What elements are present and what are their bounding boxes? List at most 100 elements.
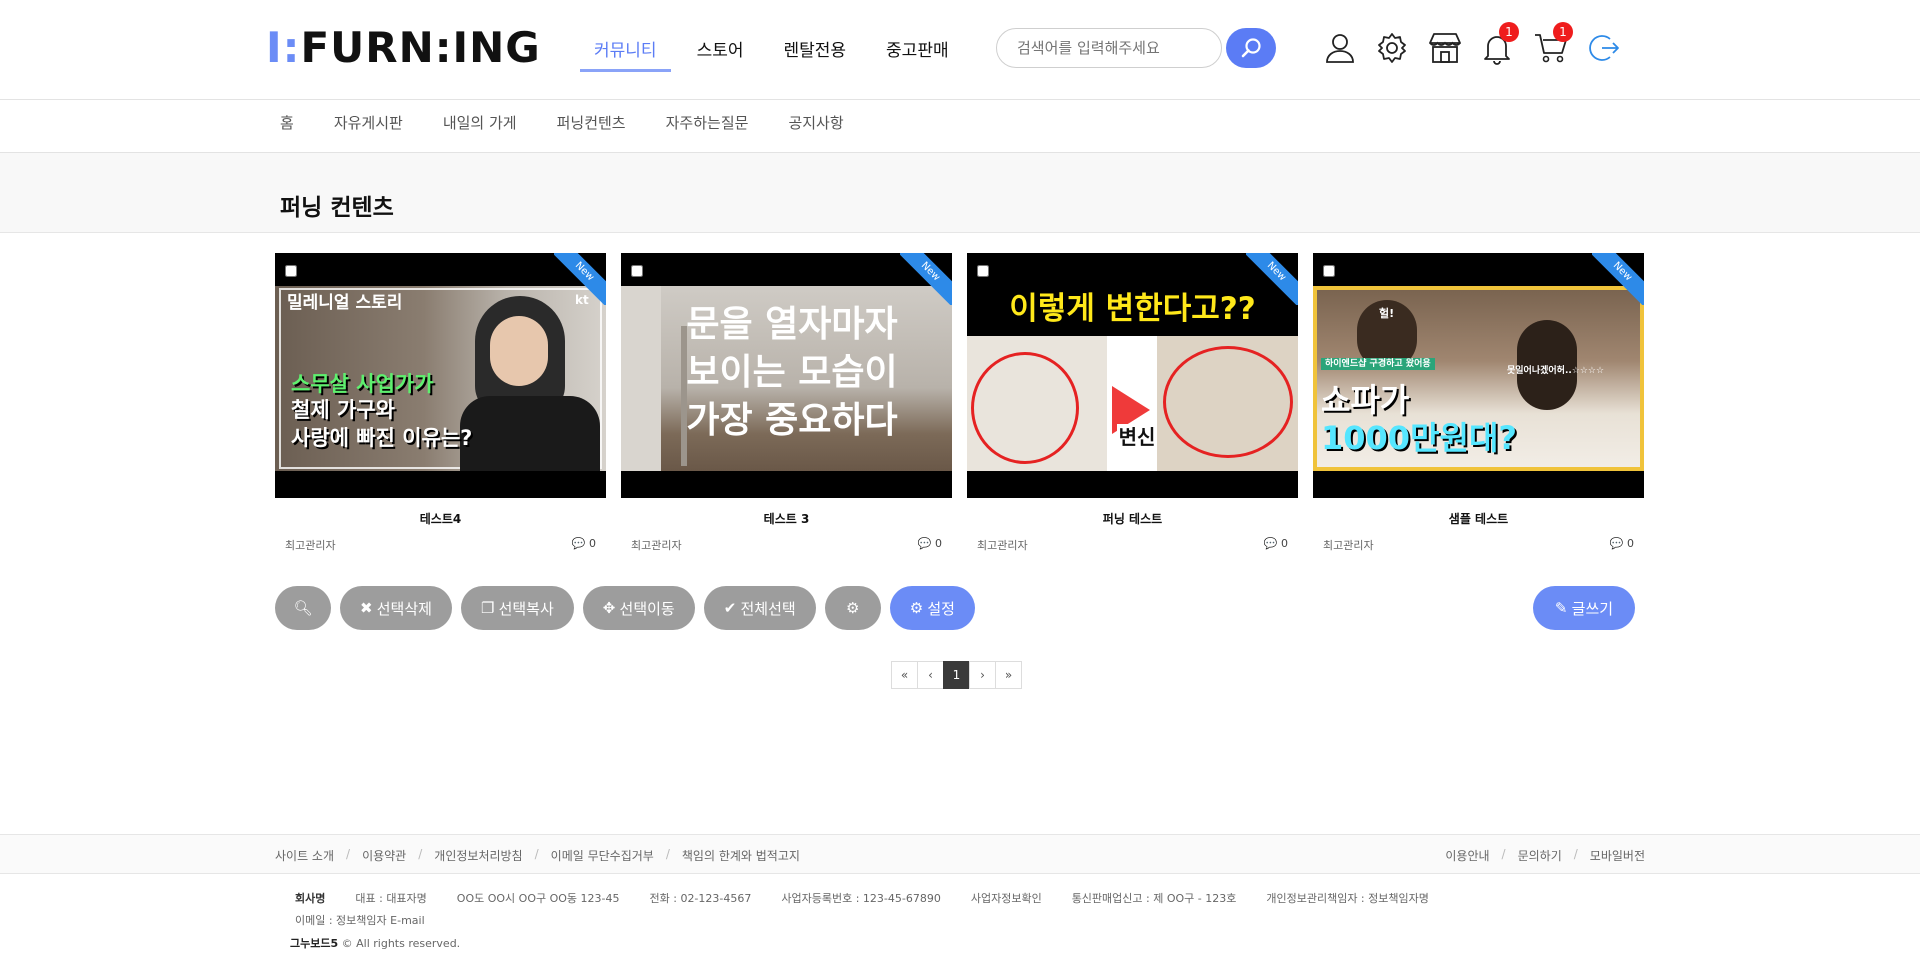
card-title[interactable]: 퍼닝 테스트 bbox=[967, 510, 1298, 527]
new-label: New bbox=[1246, 253, 1298, 305]
new-ribbon: New bbox=[1246, 253, 1298, 305]
gallery-card[interactable]: New 밀레니얼 스토리 kt 스무살 사업가가 철제 가구와 사랑에 빠진 이… bbox=[275, 253, 606, 553]
nav-store[interactable]: 스토어 bbox=[683, 32, 758, 72]
search-icon bbox=[1241, 38, 1261, 58]
thumb-text: 철제 가구와 bbox=[291, 398, 395, 422]
logo-text: FURN:ING bbox=[300, 23, 541, 72]
select-all-button[interactable]: ✔ 전체선택 bbox=[703, 586, 816, 630]
company-email: 이메일 : 정보책임자 E-mail bbox=[295, 914, 425, 927]
move-selected-button[interactable]: ✥ 선택이동 bbox=[582, 586, 695, 630]
delete-selected-button[interactable]: ✖ 선택삭제 bbox=[340, 586, 452, 630]
site-logo[interactable]: I:FURN:ING bbox=[266, 26, 541, 70]
footer-link-disclaimer[interactable]: 책임의 한계와 법적고지 bbox=[682, 847, 800, 864]
card-checkbox[interactable] bbox=[977, 265, 989, 277]
board-settings-button[interactable]: ⚙ 설정 bbox=[889, 586, 975, 630]
user-button[interactable] bbox=[1320, 28, 1360, 68]
new-label: New bbox=[1592, 253, 1644, 305]
subnav-tomorrow-shop[interactable]: 내일의 가게 bbox=[443, 112, 517, 133]
page: I:FURN:ING 커뮤니티 스토어 렌탈전용 중고판매 1 1 bbox=[0, 0, 1920, 974]
search-input[interactable] bbox=[996, 28, 1222, 68]
comment-icon: 💬 bbox=[1609, 537, 1624, 550]
page-title: 퍼닝 컨텐츠 bbox=[280, 195, 394, 221]
user-icon bbox=[1326, 34, 1354, 63]
card-thumbnail[interactable]: New 문을 열자마자 보이는 모습이 가장 중요하다 bbox=[621, 253, 952, 498]
board-search-button[interactable]: 🔍︎ bbox=[275, 586, 331, 630]
logout-icon bbox=[1589, 35, 1619, 61]
thumbnail-image: 이렇게 변한다고?? 변신 bbox=[967, 286, 1298, 471]
page-next[interactable]: › bbox=[969, 661, 996, 689]
comment-count: 💬 0 bbox=[918, 537, 942, 553]
card-checkbox[interactable] bbox=[285, 265, 297, 277]
page-last[interactable]: » bbox=[995, 661, 1022, 689]
thumb-text: 못일어나겠어허..☆☆☆☆ bbox=[1507, 366, 1605, 376]
notification-button[interactable]: 1 bbox=[1477, 22, 1519, 68]
comment-count: 💬 0 bbox=[1264, 537, 1288, 553]
gallery-card[interactable]: New 헐! 하이엔드샵 구경하고 왔어용 못일어나겠어허..☆☆☆☆ 쇼파가 … bbox=[1313, 253, 1644, 553]
nav-rental[interactable]: 렌탈전용 bbox=[769, 32, 860, 72]
card-checkbox[interactable] bbox=[1323, 265, 1335, 277]
gallery-card[interactable]: New 이렇게 변한다고?? 변신 퍼닝 테스트 최고관리자 💬 0 bbox=[967, 253, 1298, 553]
subnav-home[interactable]: 홈 bbox=[280, 112, 294, 133]
write-button[interactable]: ✎ 글쓰기 bbox=[1533, 586, 1635, 630]
search-icon: 🔍︎ bbox=[293, 600, 313, 617]
card-checkbox[interactable] bbox=[631, 265, 643, 277]
nav-used-sale[interactable]: 중고판매 bbox=[872, 32, 963, 72]
card-title[interactable]: 테스트 3 bbox=[621, 510, 952, 527]
card-thumbnail[interactable]: New 헐! 하이엔드샵 구경하고 왔어용 못일어나겠어허..☆☆☆☆ 쇼파가 … bbox=[1313, 253, 1644, 498]
new-label: New bbox=[554, 253, 606, 305]
gallery-card[interactable]: New 문을 열자마자 보이는 모습이 가장 중요하다 테스트 3 최고관리자 … bbox=[621, 253, 952, 553]
footer-link-mobile[interactable]: 모바일버전 bbox=[1590, 847, 1645, 864]
company-info: 회사명 대표 : 대표자명 OO도 OO시 OO구 OO동 123-45 전화 … bbox=[295, 890, 1429, 906]
card-author: 최고관리자 bbox=[977, 539, 1028, 552]
footer-links: 사이트 소개 / 이용약관 / 개인정보처리방침 / 이메일 무단수집거부 / 책임의 … bbox=[0, 834, 1920, 874]
copyright-text: © All rights reserved. bbox=[341, 937, 461, 950]
comment-count: 💬 0 bbox=[1610, 537, 1634, 553]
store-icon bbox=[1429, 33, 1461, 63]
footer-link-no-email[interactable]: 이메일 무단수집거부 bbox=[551, 847, 654, 864]
comment-icon: 💬 bbox=[917, 537, 932, 550]
subnav-furning-contents[interactable]: 퍼닝컨텐츠 bbox=[557, 112, 626, 133]
thumb-text: 헐! bbox=[1379, 307, 1395, 320]
company-bizcheck[interactable]: 사업자정보확인 bbox=[971, 890, 1042, 906]
select-all-label: 전체선택 bbox=[740, 600, 796, 618]
card-meta: 최고관리자 💬 0 bbox=[1313, 537, 1644, 553]
footer-link-terms[interactable]: 이용약관 bbox=[362, 847, 406, 864]
card-thumbnail[interactable]: New 이렇게 변한다고?? 변신 bbox=[967, 253, 1298, 498]
comment-count-value: 0 bbox=[1627, 537, 1634, 550]
company-phone: 전화 : 02-123-4567 bbox=[649, 892, 752, 905]
card-title[interactable]: 테스트4 bbox=[275, 510, 606, 527]
card-thumbnail[interactable]: New 밀레니얼 스토리 kt 스무살 사업가가 철제 가구와 사랑에 빠진 이… bbox=[275, 253, 606, 498]
search-button[interactable] bbox=[1226, 28, 1276, 68]
pencil-icon: ✎ bbox=[1554, 600, 1572, 617]
subnav-faq[interactable]: 자주하는질문 bbox=[666, 112, 749, 133]
divider: / bbox=[418, 847, 423, 861]
subnav-notice[interactable]: 공지사항 bbox=[788, 112, 843, 133]
footer-link-about[interactable]: 사이트 소개 bbox=[275, 847, 334, 864]
settings-button[interactable] bbox=[1372, 28, 1412, 68]
page-current[interactable]: 1 bbox=[943, 661, 970, 689]
store-button[interactable] bbox=[1425, 28, 1465, 68]
footer-link-contact[interactable]: 문의하기 bbox=[1518, 847, 1562, 864]
site-header: I:FURN:ING 커뮤니티 스토어 렌탈전용 중고판매 1 1 bbox=[0, 0, 1920, 100]
subnav-free-board[interactable]: 자유게시판 bbox=[334, 112, 403, 133]
copy-icon: ❐ bbox=[480, 600, 499, 617]
comment-icon: 💬 bbox=[1263, 537, 1278, 550]
copyright: 그누보드5 © All rights reserved. bbox=[290, 935, 460, 951]
divider: / bbox=[534, 847, 539, 861]
page-prev[interactable]: ‹ bbox=[917, 661, 944, 689]
footer-link-guide[interactable]: 이용안내 bbox=[1445, 847, 1489, 864]
page-first[interactable]: « bbox=[891, 661, 918, 689]
settings-label: 설정 bbox=[927, 600, 955, 618]
nav-community[interactable]: 커뮤니티 bbox=[580, 32, 671, 72]
gear-icon bbox=[1378, 33, 1406, 63]
divider: / bbox=[665, 847, 670, 861]
footer-link-privacy[interactable]: 개인정보처리방침 bbox=[434, 847, 522, 864]
card-title[interactable]: 샘플 테스트 bbox=[1313, 510, 1644, 527]
logout-button[interactable] bbox=[1585, 28, 1625, 68]
copy-label: 선택복사 bbox=[498, 600, 554, 618]
options-button[interactable]: ⚙ bbox=[824, 586, 881, 630]
thumb-text: 1000만원대? bbox=[1321, 419, 1517, 457]
copy-selected-button[interactable]: ❐ 선택복사 bbox=[460, 586, 574, 630]
move-label: 선택이동 bbox=[619, 600, 675, 618]
cart-button[interactable]: 1 bbox=[1531, 22, 1573, 68]
